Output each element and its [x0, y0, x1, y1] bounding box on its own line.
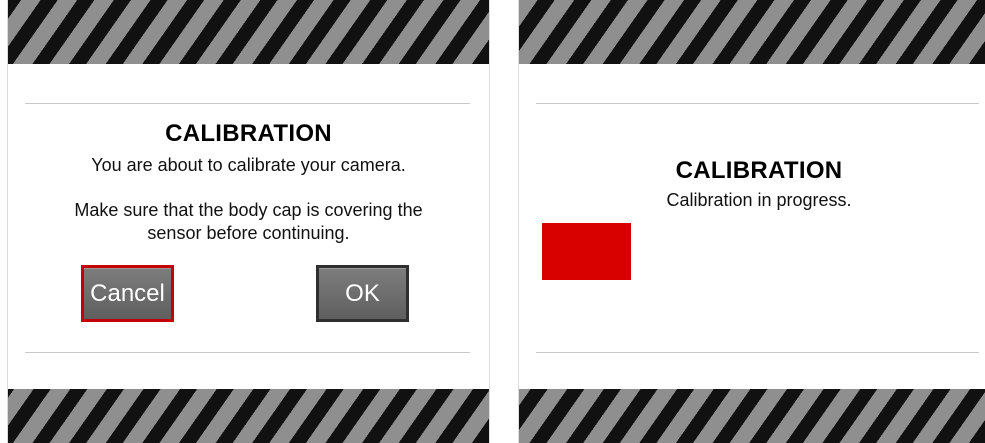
dialog-message: You are about to calibrate your camera.	[91, 155, 406, 175]
divider-top	[536, 103, 979, 104]
hazard-stripes-bottom	[519, 389, 985, 443]
calibration-confirm-dialog: CALIBRATION You are about to calibrate y…	[7, 0, 490, 443]
divider-bottom	[25, 352, 470, 353]
cancel-button[interactable]: Cancel	[81, 265, 174, 322]
calibration-progress-dialog: CALIBRATION Calibration in progress.	[518, 0, 985, 443]
dialog-instruction-line1: Make sure that the body cap is covering …	[74, 200, 423, 220]
hazard-stripes-bottom	[8, 389, 489, 443]
progress-status-text: Calibration in progress.	[666, 190, 852, 210]
hazard-stripes-top	[519, 0, 985, 64]
hazard-stripes-top	[8, 0, 489, 64]
dialog-instruction-line2: sensor before continuing.	[147, 223, 350, 243]
dialog-title: CALIBRATION	[675, 157, 843, 184]
divider-bottom	[536, 352, 979, 353]
progress-indicator	[542, 223, 631, 280]
dialog-title: CALIBRATION	[165, 120, 332, 147]
divider-top	[25, 103, 470, 104]
ok-button[interactable]: OK	[316, 265, 409, 322]
